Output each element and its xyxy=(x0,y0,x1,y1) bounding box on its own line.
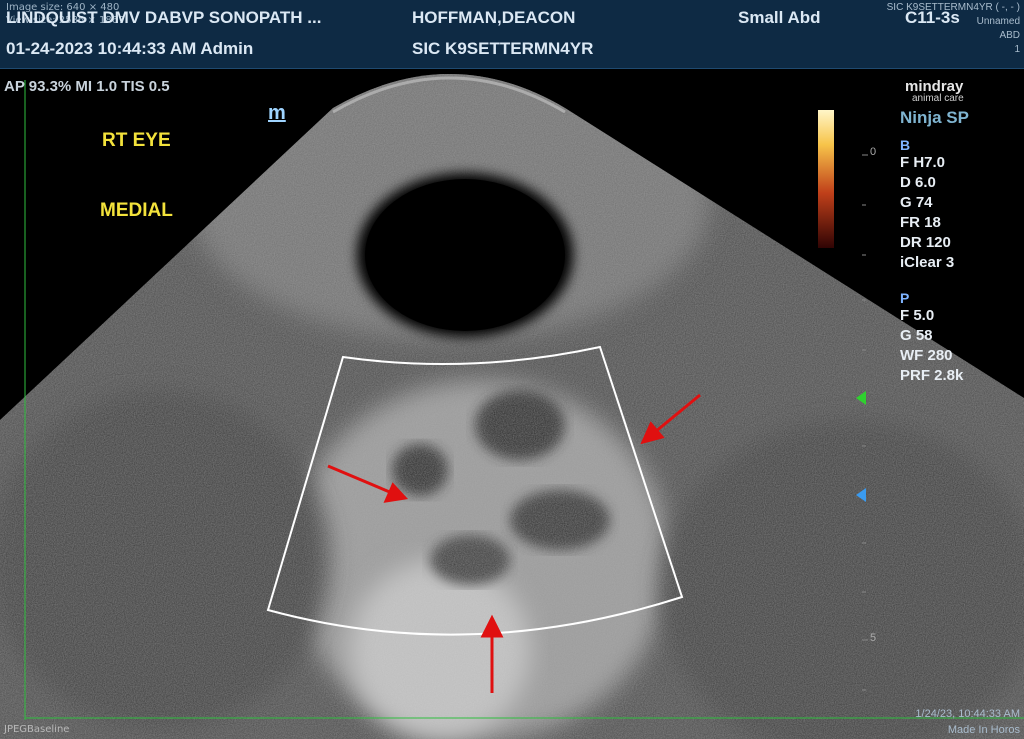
p-param: WF 280 xyxy=(900,347,953,364)
eye-label: RT EYE xyxy=(102,130,171,151)
probe-orientation-marker: m xyxy=(268,102,286,124)
p-mode-panel: P F 5.0 G 58 WF 280 PRF 2.8k xyxy=(900,290,963,386)
depth-label-mid: 5 xyxy=(870,632,877,644)
patient-name: HOFFMAN,DEACON xyxy=(412,8,576,27)
made-in-horos: Made In Horos xyxy=(947,724,1020,736)
series-number: 1 xyxy=(1014,44,1020,55)
b-mode-title: B xyxy=(900,137,911,153)
view-label: MEDIAL xyxy=(100,200,173,221)
device-model: Ninja SP xyxy=(900,108,969,127)
p-param: PRF 2.8k xyxy=(900,367,964,384)
p-mode-title: P xyxy=(900,290,910,306)
b-param: D 6.0 xyxy=(900,174,936,191)
b-mode-panel: B F H7.0 D 6.0 G 74 FR 18 DR 120 iClear … xyxy=(900,137,954,273)
b-param: DR 120 xyxy=(900,234,951,251)
b-param: iClear 3 xyxy=(900,254,955,271)
depth-label-top: 0 xyxy=(870,146,877,158)
series-name: Unnamed xyxy=(976,16,1020,27)
patient-id: SIC K9SETTERMN4YR xyxy=(412,39,594,58)
b-param: FR 18 xyxy=(900,214,941,231)
exam-datetime: 01-24-2023 10:44:33 AM Admin xyxy=(6,39,254,58)
series-id-text: SIC K9SETTERMN4YR ( -, - ) xyxy=(886,2,1020,13)
series-desc: ABD xyxy=(999,30,1020,41)
color-scale-bar xyxy=(818,110,834,248)
b-param: F H7.0 xyxy=(900,154,946,171)
p-param: F 5.0 xyxy=(900,307,935,324)
compression-label: JPEGBaseline xyxy=(4,724,70,735)
acquisition-time: 1/24/23, 10:44:33 AM xyxy=(915,708,1020,720)
acoustic-power-readout: AP 93.3% MI 1.0 TIS 0.5 xyxy=(4,78,170,95)
p-param: G 58 xyxy=(900,327,933,344)
brand-logo-sub: animal care xyxy=(912,93,964,104)
exam-preset: Small Abd xyxy=(738,8,821,27)
clinic-name: LINDQUIST DMV DABVP SONOPATH ... xyxy=(6,8,322,27)
b-param: G 74 xyxy=(900,194,933,211)
